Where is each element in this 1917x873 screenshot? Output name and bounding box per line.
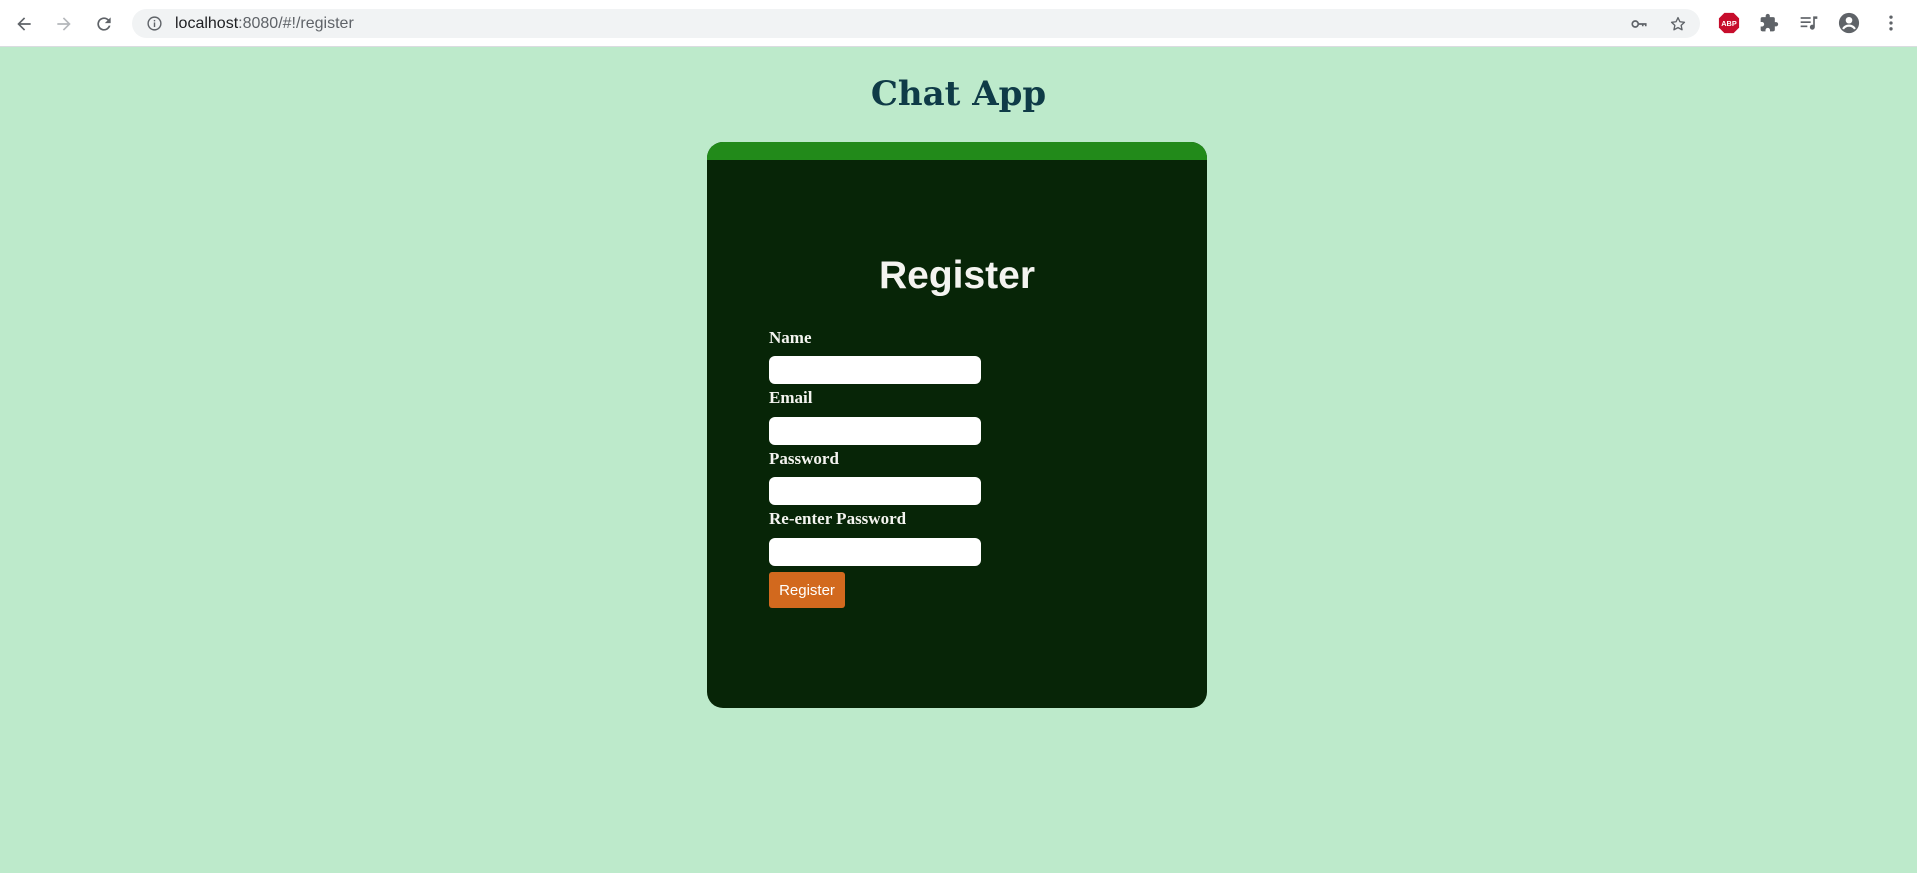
forward-button[interactable] — [48, 8, 80, 40]
register-card: Register Name Email Password Re-enter Pa… — [707, 142, 1207, 708]
url-path: :8080/#!/register — [238, 15, 354, 32]
adblock-icon[interactable]: ABP — [1718, 12, 1740, 34]
url-text[interactable]: localhost:8080/#!/register — [175, 15, 354, 33]
adblock-badge: ABP — [1718, 12, 1740, 34]
profile-icon[interactable] — [1838, 12, 1860, 34]
address-bar[interactable]: localhost:8080/#!/register — [132, 9, 1700, 38]
card-top-bar — [707, 142, 1207, 160]
forward-icon — [57, 17, 71, 31]
register-button[interactable]: Register — [769, 572, 845, 608]
adblock-label: ABP — [1721, 19, 1737, 28]
url-host: localhost — [175, 15, 239, 32]
reenter-password-input[interactable] — [769, 538, 981, 566]
email-input[interactable] — [769, 417, 981, 445]
back-icon — [17, 17, 31, 31]
star-icon[interactable] — [1669, 15, 1687, 33]
site-info-icon[interactable] — [146, 15, 163, 32]
email-label: Email — [769, 388, 813, 407]
reenter-password-label: Re-enter Password — [769, 509, 907, 528]
reload-button[interactable] — [88, 8, 120, 40]
reading-list-icon[interactable] — [1798, 12, 1820, 34]
register-heading: Register — [878, 254, 1036, 297]
page-title: Chat App — [870, 74, 1047, 114]
password-label: Password — [769, 449, 839, 468]
browser-toolbar: localhost:8080/#!/register ABP — [0, 0, 1917, 47]
key-icon[interactable] — [1630, 15, 1648, 33]
reload-icon — [97, 17, 111, 31]
name-input[interactable] — [769, 356, 981, 384]
password-input[interactable] — [769, 477, 981, 505]
name-label: Name — [769, 328, 812, 347]
back-button[interactable] — [8, 8, 40, 40]
extensions-icon[interactable] — [1758, 12, 1780, 34]
menu-icon[interactable] — [1880, 12, 1902, 34]
